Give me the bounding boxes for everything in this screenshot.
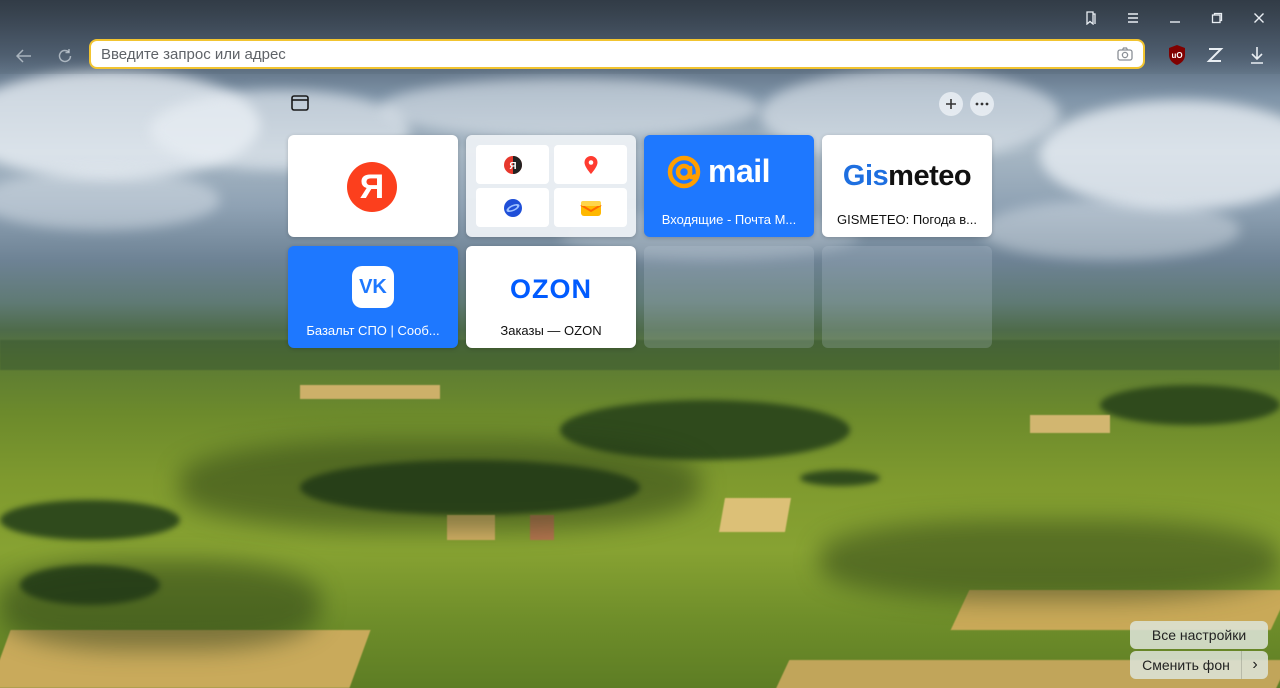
- reload-button[interactable]: [51, 42, 79, 70]
- group-item-maps[interactable]: [554, 145, 627, 184]
- close-icon[interactable]: [1238, 0, 1280, 36]
- more-options-button[interactable]: [970, 92, 994, 116]
- camera-search-icon[interactable]: [1115, 44, 1135, 64]
- tabs-panel-icon[interactable]: [291, 95, 309, 111]
- zen-extension-icon[interactable]: [1202, 42, 1228, 68]
- toolbar: uO: [0, 36, 1280, 74]
- address-input[interactable]: [99, 44, 1115, 64]
- gismeteo-logo: Gismeteo: [842, 160, 972, 192]
- next-background-button[interactable]: ›: [1241, 651, 1268, 679]
- tile-group[interactable]: Я: [466, 135, 636, 237]
- svg-text:Я: Я: [509, 161, 516, 172]
- svg-text:uO: uO: [1171, 51, 1182, 60]
- tile-caption: Базальт СПО | Сооб...: [306, 323, 440, 338]
- window-controls: [1070, 0, 1280, 36]
- back-button[interactable]: [10, 42, 38, 70]
- map-pin-icon: [584, 155, 597, 174]
- disk-icon: [503, 198, 522, 217]
- change-background-button[interactable]: Сменить фон ›: [1130, 651, 1268, 679]
- title-bar: [0, 0, 1280, 36]
- tile-caption: GISMETEO: Погода в...: [837, 212, 977, 227]
- address-bar[interactable]: [89, 39, 1145, 69]
- bookmarks-icon[interactable]: [1070, 0, 1112, 36]
- tile-caption: Заказы — OZON: [500, 323, 602, 338]
- download-icon[interactable]: [1244, 42, 1270, 68]
- tile-vk[interactable]: VK Базальт СПО | Сооб...: [288, 246, 458, 348]
- restore-icon[interactable]: [1196, 0, 1238, 36]
- minimize-icon[interactable]: [1154, 0, 1196, 36]
- add-tile-button[interactable]: [939, 92, 963, 116]
- tile-caption: Входящие - Почта М...: [661, 212, 797, 227]
- group-item-news[interactable]: Я: [476, 145, 549, 184]
- ublock-origin-icon[interactable]: uO: [1164, 42, 1190, 68]
- news-icon: Я: [503, 155, 522, 174]
- envelope-icon: [579, 200, 602, 216]
- at-sign-icon: [667, 155, 701, 188]
- vk-logo: VK: [352, 266, 394, 308]
- hamburger-icon[interactable]: [1112, 0, 1154, 36]
- background-landscape: [0, 0, 1280, 688]
- group-item-mail[interactable]: [554, 188, 627, 227]
- tile-gismeteo[interactable]: Gismeteo GISMETEO: Погода в...: [822, 135, 992, 237]
- tile-empty-slot[interactable]: [822, 246, 992, 348]
- tile-empty-slot[interactable]: [644, 246, 814, 348]
- group-item-disk[interactable]: [476, 188, 549, 227]
- ozon-logo: OZON: [510, 274, 592, 304]
- tile-ozon[interactable]: OZON Заказы — OZON: [466, 246, 636, 348]
- yandex-logo: Я: [347, 162, 397, 212]
- tile-mail[interactable]: mail Входящие - Почта М...: [644, 135, 814, 237]
- tile-yandex[interactable]: Я: [288, 135, 458, 237]
- mail-logo: mail: [666, 153, 771, 190]
- all-settings-button[interactable]: Все настройки: [1130, 621, 1268, 649]
